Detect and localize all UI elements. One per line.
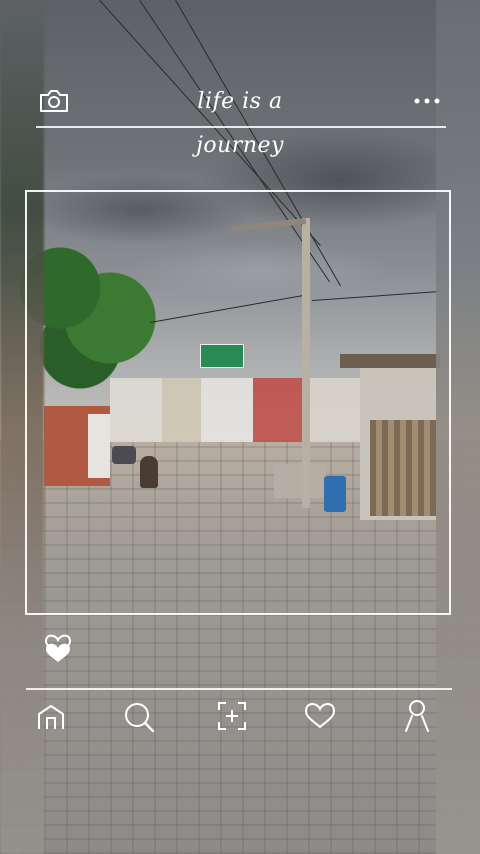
header-divider [36,126,446,128]
search-icon[interactable] [120,698,158,736]
camera-icon[interactable] [37,86,71,116]
more-horizontal-icon[interactable] [412,92,442,110]
profile-icon[interactable] [400,696,434,734]
app-title: life is a journey [196,89,284,158]
home-icon[interactable] [34,700,68,734]
photo-frame [25,190,451,615]
bottom-nav-divider [26,688,452,690]
overlay-ui: life is a journey [0,0,480,854]
heart-outline-icon[interactable] [302,698,338,732]
heart-filled-icon[interactable] [42,626,74,666]
add-scan-icon[interactable] [214,698,250,734]
